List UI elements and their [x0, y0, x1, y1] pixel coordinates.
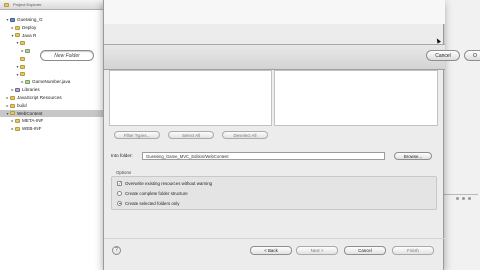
tree-item[interactable]: ▸ JavaScript Resources: [0, 94, 103, 102]
options-group-title: Options: [116, 170, 132, 175]
new-folder-cancel-button[interactable]: Cancel: [426, 50, 460, 61]
project-tree: ▾ Guessing_G ▸ Deploy ▾ Java R ▾ ▸ ▾ ▾ ▸ GameNumber…: [0, 10, 103, 133]
tree-item-label: WebContent: [17, 110, 43, 116]
tree-item[interactable]: ▾ Guessing_G: [0, 16, 103, 24]
into-folder-label: Into folder:: [111, 153, 133, 158]
overwrite-option-label: Overwrite existing resources without war…: [125, 180, 213, 186]
tree-item[interactable]: ▸ WEB-INF: [0, 125, 103, 133]
new-folder-bar: New Folder Cancel O: [0, 46, 480, 68]
footer-separator: [104, 238, 445, 239]
project-explorer-tab[interactable]: Project Explorer: [0, 0, 103, 10]
minimize-icon[interactable]: [462, 197, 465, 200]
deselect-all-button[interactable]: Deselect All: [222, 131, 268, 139]
lib-icon: [15, 87, 20, 92]
folder-icon: [10, 103, 15, 108]
complete-structure-label: Create complete folder structure: [125, 190, 188, 196]
new-folder-button[interactable]: New Folder: [40, 50, 94, 61]
tree-item-label: GameNumber.java: [32, 79, 71, 85]
selected-folders-option[interactable]: Create selected folders only: [117, 199, 179, 207]
folder-icon: [10, 95, 15, 100]
tree-item[interactable]: ▾ WebContent: [0, 109, 103, 118]
complete-structure-option[interactable]: Create complete folder structure: [117, 189, 188, 197]
selected-folders-label: Create selected folders only: [125, 200, 180, 206]
options-group: ✓ Overwrite existing resources without w…: [111, 176, 437, 210]
help-button[interactable]: ?: [112, 246, 121, 255]
tree-item-label: META-INF: [22, 118, 44, 124]
tree-item-label: Java R: [22, 32, 37, 38]
maximize-icon[interactable]: [468, 197, 471, 200]
folder-icon: [15, 126, 20, 131]
back-button[interactable]: < Back: [250, 246, 292, 255]
view-menu-icon[interactable]: [456, 197, 459, 200]
overwrite-option[interactable]: ✓ Overwrite existing resources without w…: [117, 179, 212, 187]
new-folder-ok-button[interactable]: O: [464, 50, 480, 61]
tree-item[interactable]: ▸ Libraries: [0, 86, 103, 94]
selected-folders-radio[interactable]: [117, 200, 122, 206]
browse-button[interactable]: Browse...: [394, 152, 432, 160]
tree-item[interactable]: ▾: [0, 71, 103, 79]
project-explorer-title: Project Explorer: [13, 2, 42, 7]
tree-item-label: WEB-INF: [22, 126, 42, 132]
tree-item[interactable]: ▸ Deploy: [0, 24, 103, 32]
tree-item[interactable]: ▾ Java R: [0, 32, 103, 40]
java-icon: [25, 80, 30, 85]
tree-item[interactable]: ▸ GameNumber.java: [0, 78, 103, 86]
file-list-pane[interactable]: [274, 70, 438, 126]
into-folder-input[interactable]: Guessing_Game_MVC_Edition/WebContent: [142, 152, 385, 160]
folder-icon: [10, 111, 15, 116]
tree-item-label: Deploy: [22, 24, 37, 30]
complete-structure-radio[interactable]: [117, 190, 122, 196]
tree-item-label: build: [17, 102, 27, 108]
dialog-header: [104, 0, 445, 24]
next-button[interactable]: Next >: [296, 246, 338, 255]
tree-item-label: Guessing_G: [17, 17, 43, 22]
tree-item-label: JavaScript Resources: [17, 94, 62, 100]
folder-icon: [15, 25, 20, 30]
folder-icon: [20, 72, 25, 77]
filter-types-button[interactable]: Filter Types...: [114, 131, 160, 139]
import-file-system-dialog: Filter Types... Select All Deselect All …: [103, 0, 445, 270]
project-icon: [10, 17, 15, 22]
finish-button[interactable]: Finish: [392, 246, 434, 255]
tree-item[interactable]: ▸ META-INF: [0, 117, 103, 125]
select-all-button[interactable]: Select All: [168, 131, 214, 139]
dialog-cancel-button[interactable]: Cancel: [344, 246, 386, 255]
tree-item-label: Libraries: [22, 87, 40, 93]
project-explorer-panel: Project Explorer ▾ Guessing_G ▸ Deploy ▾ Java…: [0, 0, 104, 270]
folder-icon: [15, 119, 20, 124]
project-explorer-icon: [4, 2, 9, 7]
folder-icon: [15, 33, 20, 38]
overwrite-checkbox[interactable]: ✓: [117, 180, 122, 186]
tree-item[interactable]: ▸ build: [0, 102, 103, 110]
folder-tree-pane[interactable]: [109, 70, 272, 126]
view-toolbar: [438, 194, 478, 210]
folder-icon: [20, 41, 25, 46]
